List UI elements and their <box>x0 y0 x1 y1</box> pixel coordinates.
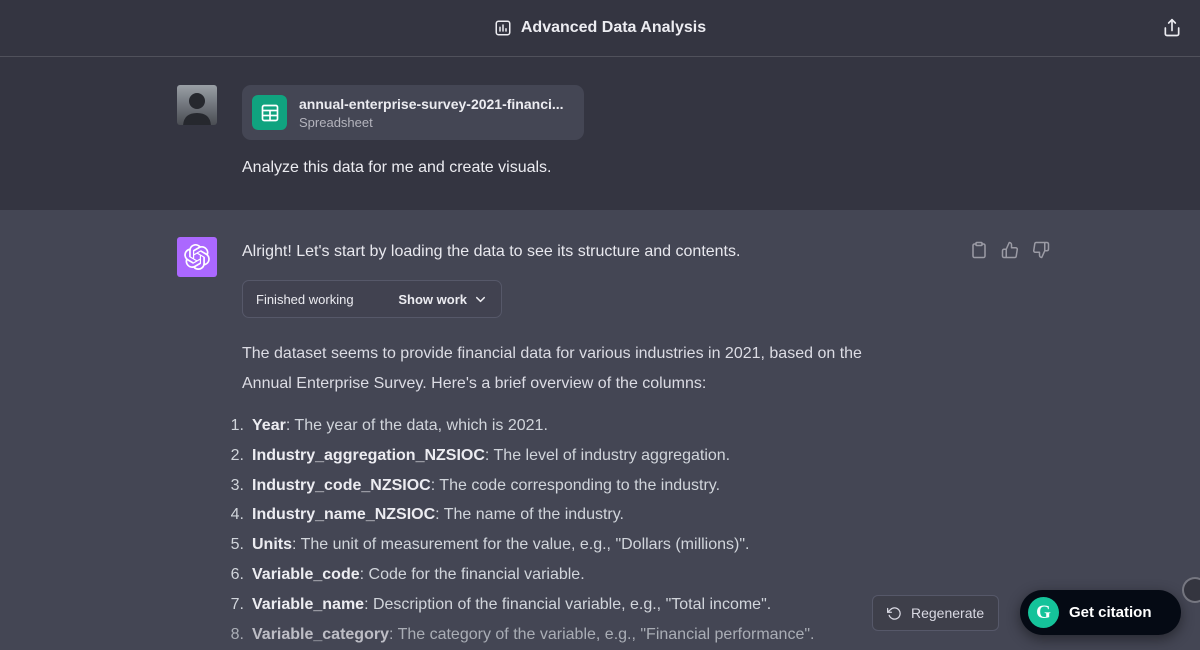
get-citation-button[interactable]: G Get citation <box>1020 590 1181 635</box>
list-item: 3.Industry_code_NZSIOC: The code corresp… <box>222 471 1200 501</box>
regenerate-label: Regenerate <box>911 605 984 621</box>
regenerate-icon <box>887 606 902 621</box>
list-item: 4.Industry_name_NZSIOC: The name of the … <box>222 500 1200 530</box>
list-item: 2.Industry_aggregation_NZSIOC: The level… <box>222 441 1200 471</box>
assistant-turn: Alright! Let's start by loading the data… <box>0 210 1200 650</box>
attachment-card[interactable]: annual-enterprise-survey-2021-financi...… <box>242 85 584 140</box>
chat-page: Advanced Data Analysis <box>0 0 1200 650</box>
thumbs-down-button[interactable] <box>1032 241 1050 259</box>
attachment-filename: annual-enterprise-survey-2021-financi... <box>299 96 564 112</box>
message-actions <box>970 241 1050 259</box>
user-message: annual-enterprise-survey-2021-financi...… <box>242 85 1200 210</box>
thumbs-down-icon <box>1032 241 1050 259</box>
assistant-intro-text: Alright! Let's start by loading the data… <box>242 237 922 264</box>
copy-button[interactable] <box>970 241 988 259</box>
overview-text: The dataset seems to provide financial d… <box>242 339 914 399</box>
finished-working-toggle[interactable]: Finished working Show work <box>242 280 502 318</box>
user-turn: annual-enterprise-survey-2021-financi...… <box>0 57 1200 210</box>
advanced-data-analysis-icon <box>494 19 512 37</box>
work-status-label: Finished working <box>256 292 354 307</box>
user-avatar <box>177 85 217 125</box>
share-icon <box>1162 18 1182 38</box>
share-button[interactable] <box>1158 14 1186 42</box>
copy-icon <box>970 241 988 259</box>
chevron-down-icon <box>473 292 488 307</box>
list-item: 5.Units: The unit of measurement for the… <box>222 530 1200 560</box>
page-title-label: Advanced Data Analysis <box>521 19 706 37</box>
spreadsheet-icon <box>252 95 287 130</box>
attachment-type: Spreadsheet <box>299 115 564 130</box>
get-citation-label: Get citation <box>1069 604 1152 621</box>
assistant-message: Alright! Let's start by loading the data… <box>242 237 1200 650</box>
list-item: 6.Variable_code: Code for the financial … <box>222 560 1200 590</box>
page-title: Advanced Data Analysis <box>494 19 706 37</box>
chatgpt-avatar <box>177 237 217 277</box>
thumbs-up-button[interactable] <box>1001 241 1019 259</box>
attachment-meta: annual-enterprise-survey-2021-financi...… <box>299 96 564 130</box>
app-header: Advanced Data Analysis <box>0 0 1200 57</box>
user-message-text: Analyze this data for me and create visu… <box>242 159 1200 177</box>
grammarly-icon: G <box>1028 597 1059 628</box>
regenerate-button[interactable]: Regenerate <box>872 595 999 631</box>
thumbs-up-icon <box>1001 241 1019 259</box>
openai-logo-icon <box>184 244 210 270</box>
show-work-label: Show work <box>398 292 488 307</box>
list-item: 1.Year: The year of the data, which is 2… <box>222 411 1200 441</box>
